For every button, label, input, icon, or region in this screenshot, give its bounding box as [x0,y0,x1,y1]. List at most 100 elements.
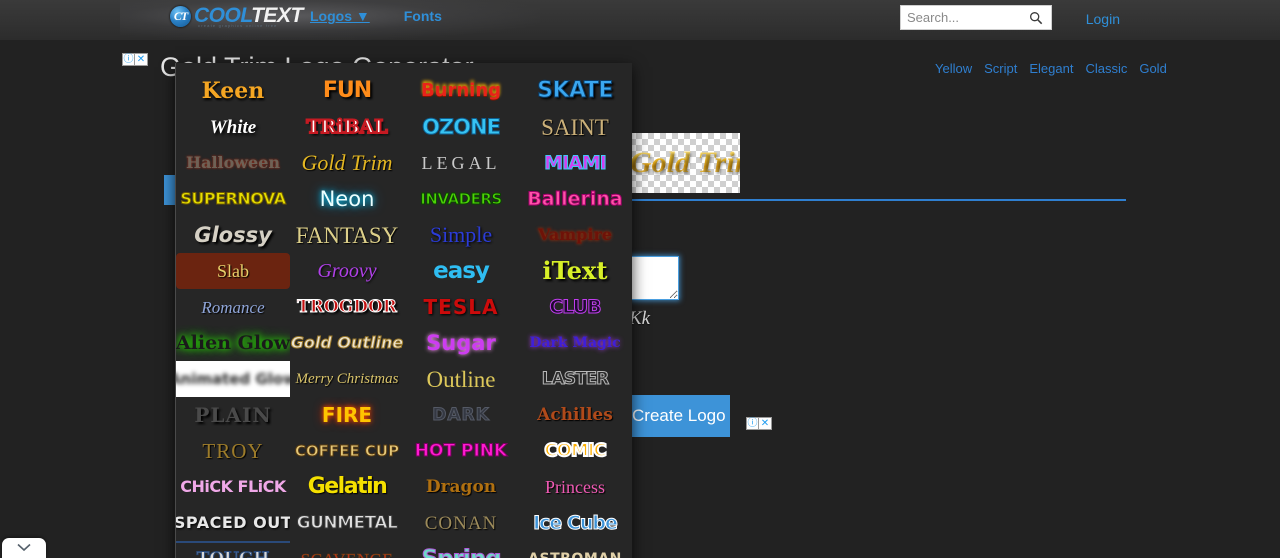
logo-style-item[interactable]: Neon [290,181,404,217]
cooltext-logo[interactable]: CT COOLTEXT create graphics online free [170,3,303,29]
tag-link-gold[interactable]: Gold [1139,61,1166,76]
logo-style-item[interactable]: LASTER [518,361,632,397]
tag-link-script[interactable]: Script [984,61,1017,76]
logo-style-label: TOUGH [196,550,270,558]
logo-style-item[interactable]: Spring [404,541,518,558]
logo-style-item[interactable]: ASTROMAN [518,541,632,558]
logo-style-label: CHiCK FLiCK [180,477,286,496]
logo-style-label: White [209,116,257,138]
logo-style-item[interactable]: LEGAL [404,145,518,181]
chevron-down-icon [16,539,32,557]
logo-style-label: Merry Christmas [295,370,399,387]
logo-style-item[interactable]: PLAIN [176,397,290,433]
logo-style-item[interactable]: Slab [176,253,290,289]
logo-style-item[interactable]: SAINT [518,109,632,145]
logo-style-item[interactable]: Animated Glow [176,361,290,397]
search-box[interactable] [900,5,1052,30]
logo-style-item[interactable]: TROY [176,433,290,469]
logo-style-item[interactable]: easy [404,253,518,289]
logo-style-item[interactable]: MIAMI [518,145,632,181]
logo-style-item[interactable]: Ice Cube [518,505,632,541]
tag-link-elegant[interactable]: Elegant [1029,61,1073,76]
logo-style-label: Neon [319,186,375,211]
logo-style-item[interactable]: GUNMETAL [290,505,404,541]
logo-style-label: SUPERNOVA [180,189,287,208]
logo-style-item[interactable]: TOUGH [176,541,290,558]
logo-style-item[interactable]: White [176,109,290,145]
logo-style-item[interactable]: FUN [290,73,404,109]
logo-style-item[interactable]: COMIC [518,433,632,469]
logo-style-item[interactable]: INVADERS [404,181,518,217]
page-body: ⓘ ✕ Gold Trim Logo Generator Yellow Scri… [0,40,1280,558]
logo-style-label: TROGDOR [297,296,398,317]
logo-style-item[interactable]: Burning [404,73,518,109]
logo-style-label: Alien Glow [176,331,290,354]
logo-style-item[interactable]: Keen [176,73,290,109]
logo-style-item[interactable]: Glossy [176,217,290,253]
logo-style-label: DARK [432,404,490,425]
logo-style-item[interactable]: TESLA [404,289,518,325]
logos-dropdown-menu[interactable]: Keen FUN Burning SKATE White TRiBAL OZONE SAINT… [175,63,632,558]
logo-style-item[interactable]: Princess [518,469,632,505]
logo-style-item[interactable]: Gelatin [290,469,404,505]
logo-style-item[interactable]: Halloween [176,145,290,181]
logo-style-item[interactable]: SUPERNOVA [176,181,290,217]
logo-style-item[interactable]: DARK [404,397,518,433]
logo-style-item[interactable]: CONAN [404,505,518,541]
search-input[interactable] [907,7,1025,28]
font-sample-preview: Kk [629,308,651,329]
logo-style-item[interactable]: SCAVENGE [290,541,404,558]
tag-link-classic[interactable]: Classic [1085,61,1127,76]
adchoices-info-icon[interactable]: ⓘ [122,53,135,66]
adchoices-close-icon[interactable]: ✕ [135,53,148,66]
logo-style-item[interactable]: Sugar [404,325,518,361]
logo-style-item[interactable]: FANTASY [290,217,404,253]
logo-style-item[interactable]: Groovy [290,253,404,289]
logo-style-label: TROY [202,438,264,463]
logo-style-item[interactable]: Dragon [404,469,518,505]
logo-style-item[interactable]: Achilles [518,397,632,433]
logo-style-item[interactable]: SKATE [518,73,632,109]
logo-style-item[interactable]: Romance [176,289,290,325]
logo-text-input[interactable] [631,256,679,300]
logo-style-item[interactable]: COFFEE CUP [290,433,404,469]
adchoices-right[interactable]: ⓘ ✕ [746,417,772,430]
logo-style-item[interactable]: Simple [404,217,518,253]
logo-style-item[interactable]: HOT PINK [404,433,518,469]
logo-style-item[interactable]: Gold Outline [290,325,404,361]
adchoices-close-icon[interactable]: ✕ [759,417,772,430]
adchoices-left[interactable]: ⓘ ✕ [122,53,148,66]
logo-style-item[interactable]: TRiBAL [290,109,404,145]
logo-style-label: Gold Outline [290,333,404,352]
login-link[interactable]: Login [1086,11,1120,27]
brand-wordmark: COOLTEXT create graphics online free [194,5,303,28]
logo-style-item[interactable]: OZONE [404,109,518,145]
logo-style-label: CLUB [549,295,602,318]
adchoices-info-icon[interactable]: ⓘ [746,417,759,430]
logo-style-label: Simple [429,222,493,247]
logo-style-item[interactable]: iText [518,253,632,289]
nav-item-logos[interactable]: Logos ▼ [310,8,370,24]
logo-style-item[interactable]: Ballerina [518,181,632,217]
logo-style-item[interactable]: Outline [404,361,518,397]
logo-style-item[interactable]: Gold Trim [290,145,404,181]
logo-style-item[interactable]: CHiCK FLiCK [176,469,290,505]
logo-style-item[interactable]: Merry Christmas [290,361,404,397]
logo-style-item[interactable]: Dark Magic [518,325,632,361]
logo-style-label: Groovy [317,260,377,282]
logo-style-item[interactable]: FIRE [290,397,404,433]
logo-style-label: Ice Cube [533,511,619,534]
logo-style-item[interactable]: CLUB [518,289,632,325]
logo-style-item[interactable]: SPACED OUT [176,505,290,541]
bottom-expand-tab[interactable] [2,538,46,558]
logo-style-label: HOT PINK [414,440,508,461]
main-nav: Logos ▼ Fonts [310,8,442,24]
nav-item-fonts[interactable]: Fonts [404,8,442,24]
logo-style-item[interactable]: Alien Glow [176,325,290,361]
logo-style-label: Gold Trim [301,150,393,175]
logos-style-grid: Keen FUN Burning SKATE White TRiBAL OZONE SAINT… [176,73,632,558]
tag-link-yellow[interactable]: Yellow [935,61,972,76]
logo-style-item[interactable]: TROGDOR [290,289,404,325]
search-icon[interactable] [1025,7,1047,29]
logo-style-item[interactable]: Vampire [518,217,632,253]
